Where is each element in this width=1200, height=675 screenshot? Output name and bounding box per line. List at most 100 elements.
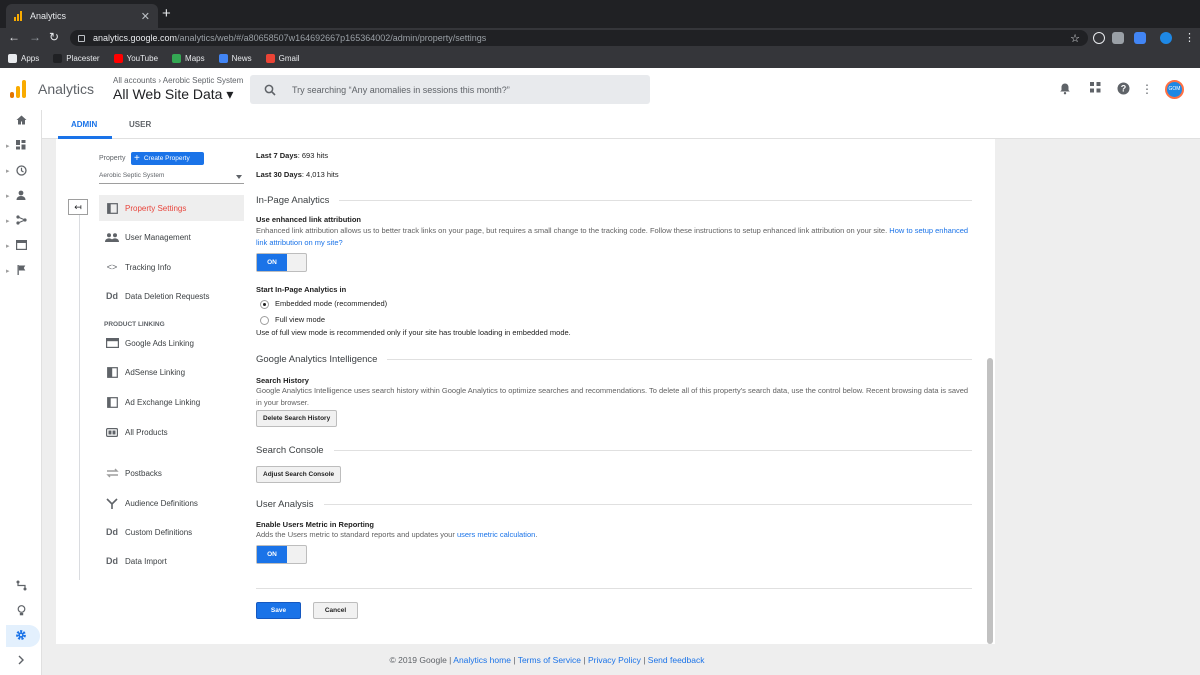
footer-link-privacy[interactable]: Privacy Policy [588,655,641,665]
account-avatar[interactable]: GOM [1165,80,1184,99]
help-icon[interactable]: ? [1116,82,1130,96]
section-heading: In-Page Analytics [256,194,330,206]
more-vert-icon[interactable]: ⋮ [1140,82,1154,96]
extension-box-icon[interactable] [1112,32,1124,44]
bookmark-apps[interactable]: Apps [8,53,39,63]
bookmark-news[interactable]: News [218,53,252,63]
chrome-menu-icon[interactable]: ⋮ [1184,31,1195,44]
footer-link-analytics-home[interactable]: Analytics home [453,655,511,665]
realtime-clock-icon[interactable]: ▸ [6,165,32,179]
bookmark-placester[interactable]: Placester [53,53,100,63]
enhanced-link-desc-text: Enhanced link attribution allows us to b… [256,226,888,235]
dropdown-arrow-icon [236,175,242,179]
expand-chevron-right-icon[interactable] [10,655,32,669]
radio-label: Full view mode [275,315,326,324]
admin-gear-icon[interactable] [10,629,32,643]
bookmark-star-icon[interactable]: ☆ [1070,32,1080,45]
footer-link-terms[interactable]: Terms of Service [518,655,581,665]
apps-grid-icon[interactable] [1088,82,1102,96]
enhanced-link-toggle[interactable]: ON [256,253,307,272]
enable-users-metric-title: Enable Users Metric in Reporting [256,520,374,529]
new-tab-button[interactable]: + [162,6,171,22]
bookmark-maps[interactable]: Maps [172,53,205,63]
save-button[interactable]: Save [256,602,301,619]
browser-tab[interactable]: Analytics ✕ [6,4,158,28]
last-7-days-hits: Last 7 Days: 693 hits [256,151,328,160]
nav-label: AdSense Linking [125,367,186,377]
app-name[interactable]: Analytics [38,81,94,97]
nav-postbacks[interactable]: Postbacks [99,460,244,486]
bookmark-placester-icon [53,53,63,63]
browser-tab-title: Analytics [30,11,67,21]
lock-icon [78,34,85,42]
home-icon[interactable] [10,115,32,129]
acquisition-icon[interactable]: ▸ [6,215,32,229]
nav-label: Data Import [125,556,167,566]
extension-circle-icon[interactable] [1093,32,1105,44]
create-property-button[interactable]: + Create Property [131,152,204,165]
reload-icon[interactable]: ↻ [49,30,59,44]
enhanced-link-description: Enhanced link attribution allows us to b… [256,225,974,249]
bookmark-gmail[interactable]: Gmail [265,53,300,63]
discover-lightbulb-icon[interactable] [10,605,32,619]
footer-link-feedback[interactable]: Send feedback [648,655,705,665]
footer-sep: | [640,655,648,665]
attribution-icon[interactable] [10,580,32,594]
nav-adsense-linking[interactable]: AdSense Linking [99,359,244,385]
last-30-days-value: : 4,013 hits [301,170,339,179]
enhanced-link-title: Use enhanced link attribution [256,215,362,224]
tab-user[interactable]: USER [129,120,151,129]
back-arrow-icon[interactable]: ← [8,30,20,44]
nav-label: Custom Definitions [125,527,193,537]
section-search-console: Search Console [256,444,972,456]
behavior-icon[interactable]: ▸ [6,240,32,254]
nav-all-products[interactable]: All Products [99,419,244,445]
delete-search-history-button[interactable]: Delete Search History [256,410,338,427]
users-icon [99,232,125,242]
nav-label: Postbacks [125,468,162,478]
radio-label: Embedded mode (recommended) [275,299,388,308]
url-bar[interactable]: analytics.google.com/analytics/web/#/a80… [70,30,1088,46]
property-select[interactable]: Aerobic Septic System [99,172,244,184]
audience-icon [99,497,125,509]
analytics-logo-icon[interactable] [10,80,26,98]
nav-property-settings[interactable]: Property Settings [99,195,244,221]
radio-full-view-mode[interactable]: Full view mode [260,315,325,325]
cancel-button[interactable]: Cancel [313,602,358,619]
view-selector[interactable]: All Web Site Data ▾ [113,86,233,103]
customization-icon[interactable]: ▸ [6,140,32,154]
create-property-label: Create Property [143,155,190,162]
nav-user-management[interactable]: User Management [99,224,244,250]
adjust-search-console-button[interactable]: Adjust Search Console [256,466,342,483]
nav-google-ads-linking[interactable]: Google Ads Linking [99,330,244,356]
notifications-bell-icon[interactable] [1058,82,1072,96]
nav-label: Audience Definitions [125,498,198,508]
scrollbar-thumb[interactable] [987,358,993,644]
tab-admin[interactable]: ADMIN [71,120,97,129]
nav-data-import[interactable]: Dd Data Import [99,548,244,574]
nav-data-deletion-requests[interactable]: Dd Data Deletion Requests [99,283,244,309]
forward-arrow-icon[interactable]: → [29,30,41,44]
enable-users-desc-end: . [535,530,538,539]
back-collapse-button[interactable]: ↤ [68,199,88,215]
close-tab-icon[interactable]: ✕ [141,10,150,23]
nav-label: Ad Exchange Linking [125,397,201,407]
url-host: analytics.google.com [93,33,178,43]
account-breadcrumb[interactable]: All accounts › Aerobic Septic System [113,76,243,85]
users-metric-toggle[interactable]: ON [256,545,307,564]
extension-blue-icon[interactable] [1134,32,1146,44]
profile-avatar-icon[interactable] [1160,32,1172,44]
conversions-flag-icon[interactable]: ▸ [6,265,32,279]
radio-embedded-mode[interactable]: Embedded mode (recommended) [260,299,387,309]
nav-audience-definitions[interactable]: Audience Definitions [99,490,244,516]
nav-tracking-info[interactable]: <> Tracking Info [99,254,244,280]
search-history-title: Search History [256,376,309,385]
bookmark-youtube[interactable]: YouTube [113,53,158,63]
users-metric-calculation-link[interactable]: users metric calculation [457,530,535,539]
bookmark-youtube-icon [113,53,123,63]
bookmark-maps-icon [172,53,182,63]
audience-person-icon[interactable]: ▸ [6,190,32,204]
nav-custom-definitions[interactable]: Dd Custom Definitions [99,519,244,545]
search-bar[interactable]: Try searching “Any anomalies in sessions… [250,75,650,104]
nav-ad-exchange-linking[interactable]: Ad Exchange Linking [99,389,244,415]
